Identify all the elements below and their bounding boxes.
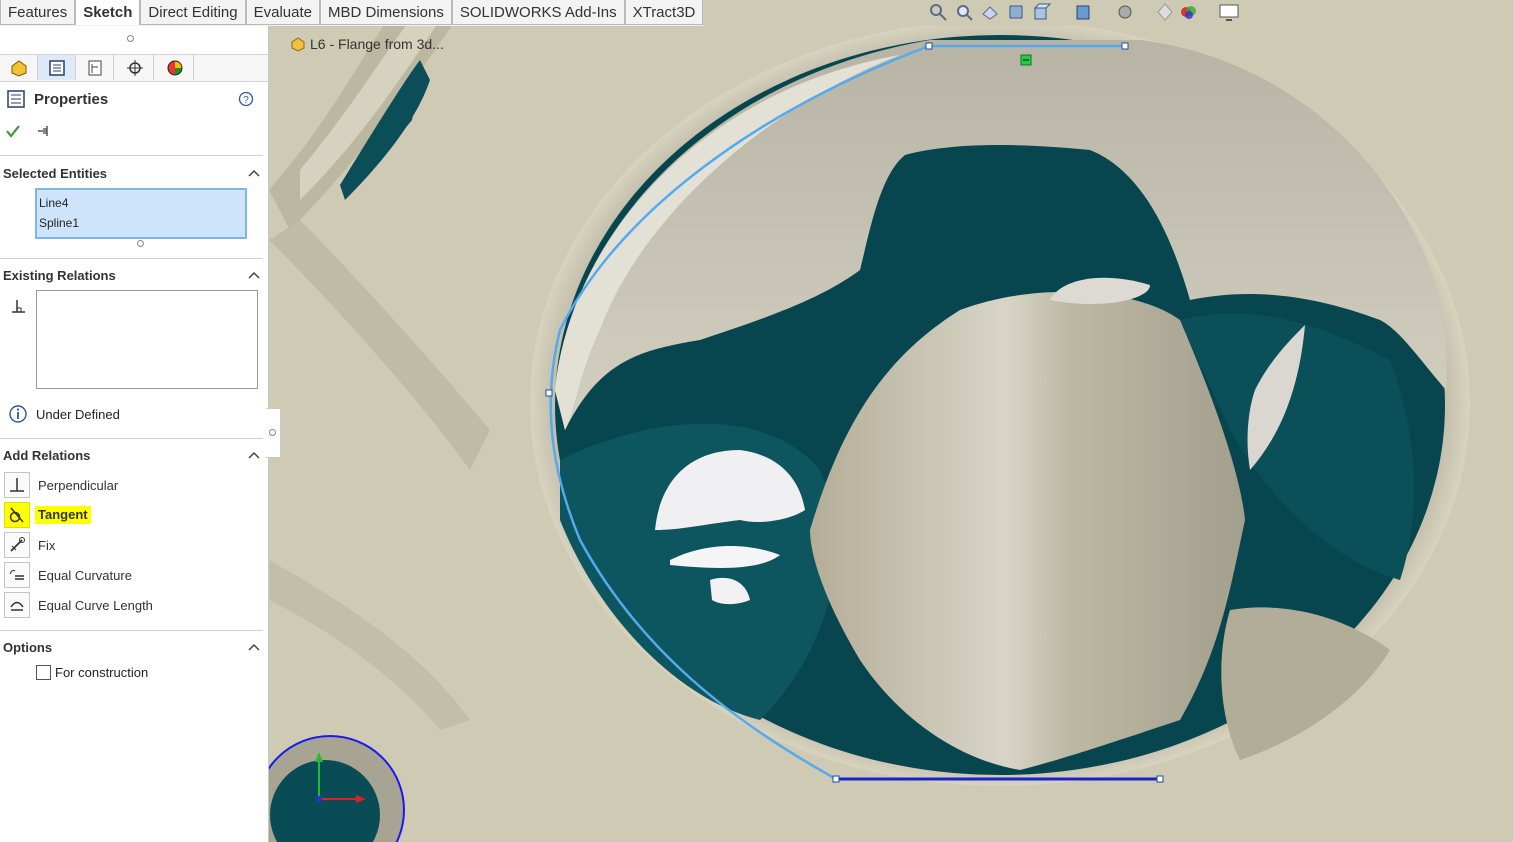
collapse-chevron-icon[interactable]: [248, 169, 260, 177]
splitter-grip: [269, 429, 276, 436]
collapse-chevron-icon[interactable]: [248, 451, 260, 459]
feature-manager-icon: [11, 59, 26, 77]
status-text: Under Defined: [36, 407, 120, 422]
properties-icon: [7, 90, 25, 108]
document-title[interactable]: L6 - Flange from 3d...: [290, 36, 444, 52]
tab-display-manager[interactable]: [156, 55, 194, 80]
for-construction-checkbox[interactable]: [36, 665, 51, 680]
dimxpert-icon: [126, 59, 143, 76]
tab-xtract3d[interactable]: XTract3D: [624, 0, 704, 25]
sketch-point[interactable]: [1121, 42, 1129, 50]
equal-curvature-icon: [4, 562, 30, 588]
sketch-point[interactable]: [925, 42, 933, 50]
sketch-point[interactable]: [545, 389, 553, 397]
help-icon[interactable]: ?: [238, 91, 254, 107]
apply-scene-icon[interactable]: [1178, 2, 1198, 22]
relation-label: Equal Curve Length: [38, 598, 153, 613]
sketch-point[interactable]: [1156, 775, 1164, 783]
pushpin-icon[interactable]: [37, 124, 51, 138]
list-item[interactable]: Spline1: [39, 213, 243, 233]
relation-equal-curvature[interactable]: Equal Curvature: [0, 561, 263, 589]
relation-label: Equal Curvature: [38, 568, 132, 583]
section-view-icon[interactable]: [1006, 2, 1026, 22]
existing-relations-header[interactable]: Existing Relations: [3, 268, 116, 283]
info-icon: [9, 405, 27, 423]
zoom-area-icon[interactable]: [954, 2, 974, 22]
panel-resize-grip[interactable]: [127, 35, 134, 42]
relation-perpendicular[interactable]: Perpendicular: [0, 471, 263, 499]
tab-mbd-dimensions[interactable]: MBD Dimensions: [319, 0, 452, 25]
list-resize-grip[interactable]: [137, 240, 144, 247]
relation-equal-curve-length[interactable]: Equal Curve Length: [0, 591, 263, 619]
collapse-chevron-icon[interactable]: [248, 643, 260, 651]
tab-solidworks-addins[interactable]: SOLIDWORKS Add-Ins: [451, 0, 625, 25]
manager-tabs: [0, 54, 268, 82]
tab-property-manager[interactable]: [38, 55, 76, 80]
part-icon: [291, 37, 305, 52]
model-view[interactable]: [269, 26, 1513, 842]
tab-configuration-manager[interactable]: [76, 55, 114, 80]
relation-label: Tangent: [35, 506, 91, 524]
options-header[interactable]: Options: [3, 640, 52, 655]
panel-title: Properties: [34, 91, 109, 108]
selected-entities-list[interactable]: Line4 Spline1: [35, 188, 247, 239]
display-style-icon[interactable]: [1073, 2, 1093, 22]
edit-appearance-icon[interactable]: [1155, 2, 1175, 22]
svg-text:?: ?: [243, 95, 249, 106]
property-manager-icon: [48, 59, 65, 76]
document-title-label: L6 - Flange from 3d...: [310, 36, 444, 52]
relation-label: Fix: [38, 538, 56, 553]
previous-view-icon[interactable]: [980, 2, 1000, 22]
for-construction-label: For construction: [55, 665, 149, 680]
zoom-to-fit-icon[interactable]: [928, 2, 948, 22]
graphics-area[interactable]: [269, 26, 1513, 842]
panel-splitter-handle[interactable]: [266, 408, 281, 458]
existing-relations-list[interactable]: [36, 290, 258, 389]
tab-sketch[interactable]: Sketch: [75, 0, 141, 25]
relation-label: Perpendicular: [38, 478, 119, 493]
hide-show-icon[interactable]: [1115, 2, 1135, 22]
relation-fix[interactable]: Fix: [0, 531, 263, 559]
tangent-icon: [4, 502, 30, 528]
view-settings-icon[interactable]: [1218, 2, 1242, 22]
ok-check-icon[interactable]: [5, 123, 21, 139]
fix-icon: [4, 532, 30, 558]
tab-direct-editing[interactable]: Direct Editing: [140, 0, 246, 25]
sketch-point[interactable]: [832, 775, 840, 783]
configuration-manager-icon: [88, 60, 101, 75]
view-orientation-icon[interactable]: [1032, 2, 1052, 22]
add-relations-header[interactable]: Add Relations: [3, 448, 90, 463]
selected-entities-header[interactable]: Selected Entities: [3, 166, 107, 181]
collapse-chevron-icon[interactable]: [248, 271, 260, 279]
tab-evaluate[interactable]: Evaluate: [245, 0, 320, 25]
relation-tangent[interactable]: Tangent: [0, 501, 263, 529]
tab-features[interactable]: Features: [0, 0, 76, 25]
perpendicular-icon: [4, 472, 30, 498]
triad-origin: [316, 796, 322, 802]
property-manager-panel: Properties ? Selected Entities Line4 Spl…: [0, 26, 269, 842]
equal-curve-length-icon: [4, 592, 30, 618]
tab-dimxpert-manager[interactable]: [116, 55, 154, 80]
tab-feature-manager[interactable]: [0, 55, 38, 80]
display-manager-icon: [167, 60, 182, 75]
list-item[interactable]: Line4: [39, 193, 243, 213]
relations-icon: [12, 300, 25, 313]
command-manager-tabs: Features Sketch Direct Editing Evaluate …: [0, 0, 704, 26]
